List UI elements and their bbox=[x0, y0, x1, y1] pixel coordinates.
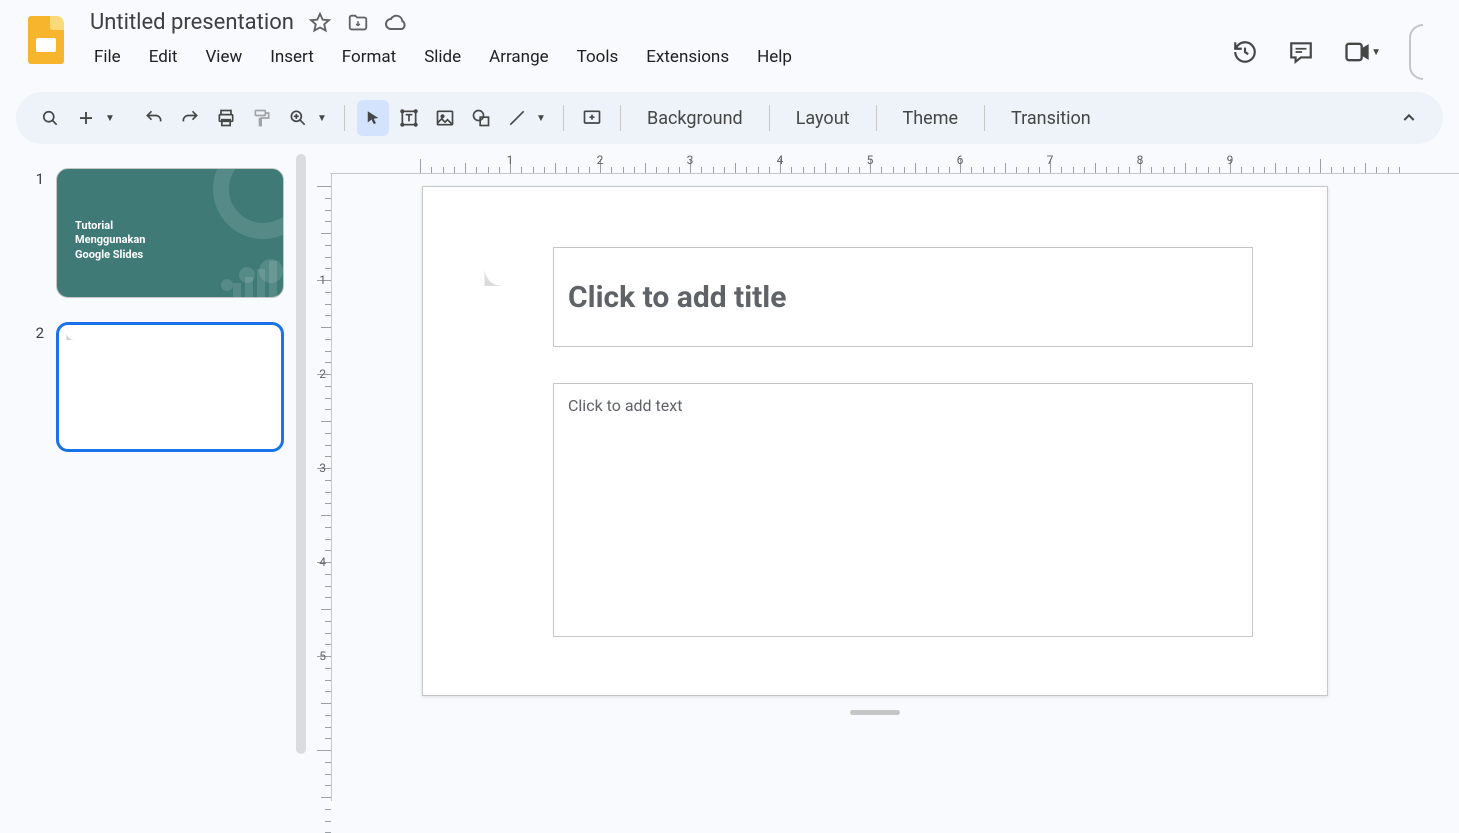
paint-format-button[interactable] bbox=[246, 100, 278, 136]
title-placeholder[interactable]: Click to add title bbox=[553, 247, 1253, 347]
print-button[interactable] bbox=[210, 100, 242, 136]
background-button[interactable]: Background bbox=[633, 108, 757, 129]
select-tool-button[interactable] bbox=[357, 100, 389, 136]
title-placeholder-text: Click to add title bbox=[568, 280, 786, 315]
theme-button[interactable]: Theme bbox=[889, 108, 973, 129]
insert-shape-button[interactable] bbox=[465, 100, 497, 136]
slide-number: 1 bbox=[30, 168, 44, 298]
undo-button[interactable] bbox=[138, 100, 170, 136]
separator bbox=[769, 105, 770, 131]
menu-bar: File Edit View Insert Format Slide Arran… bbox=[76, 35, 1231, 73]
menu-arrange[interactable]: Arrange bbox=[477, 41, 560, 73]
avatar[interactable] bbox=[1409, 24, 1423, 80]
cloud-status-icon[interactable] bbox=[384, 11, 408, 35]
chevron-down-icon: ▼ bbox=[1371, 47, 1381, 58]
add-comment-button[interactable] bbox=[576, 100, 608, 136]
new-slide-button[interactable] bbox=[70, 100, 102, 136]
redo-button[interactable] bbox=[174, 100, 206, 136]
meet-button[interactable]: ▼ bbox=[1343, 38, 1381, 66]
doc-title[interactable]: Untitled presentation bbox=[90, 10, 294, 35]
vertical-ruler[interactable]: 12345 bbox=[310, 174, 332, 801]
menu-edit[interactable]: Edit bbox=[137, 41, 190, 73]
menu-format[interactable]: Format bbox=[330, 41, 408, 73]
star-icon[interactable] bbox=[308, 11, 332, 35]
separator bbox=[984, 105, 985, 131]
menu-help[interactable]: Help bbox=[745, 41, 804, 73]
new-slide-dropdown[interactable]: ▼ bbox=[102, 100, 120, 136]
horizontal-ruler[interactable]: 123456789 bbox=[330, 152, 1459, 174]
body-placeholder-text: Click to add text bbox=[568, 396, 682, 415]
menu-extensions[interactable]: Extensions bbox=[634, 41, 741, 73]
slide-number: 2 bbox=[30, 322, 44, 452]
separator bbox=[344, 105, 345, 131]
insert-line-dropdown[interactable]: ▼ bbox=[533, 100, 551, 136]
zoom-button[interactable] bbox=[282, 100, 314, 136]
move-to-folder-icon[interactable] bbox=[346, 11, 370, 35]
slide-corner-decoration-icon bbox=[65, 331, 83, 349]
slide-thumbnail-1[interactable]: 1 Tutorial Menggunakan Google Slides bbox=[30, 168, 298, 298]
menu-insert[interactable]: Insert bbox=[258, 41, 326, 73]
body-placeholder[interactable]: Click to add text bbox=[553, 383, 1253, 637]
app-logo[interactable] bbox=[16, 6, 76, 64]
hide-toolbar-button[interactable] bbox=[1393, 100, 1425, 136]
text-box-button[interactable] bbox=[393, 100, 425, 136]
insert-image-button[interactable] bbox=[429, 100, 461, 136]
separator bbox=[563, 105, 564, 131]
transition-button[interactable]: Transition bbox=[997, 108, 1105, 129]
menu-tools[interactable]: Tools bbox=[565, 41, 631, 73]
separator bbox=[876, 105, 877, 131]
filmstrip: 1 Tutorial Menggunakan Google Slides 2 bbox=[0, 152, 310, 801]
version-history-icon[interactable] bbox=[1231, 38, 1259, 66]
slide-corner-decoration-icon bbox=[481, 265, 523, 307]
speaker-notes-handle[interactable] bbox=[850, 710, 900, 715]
zoom-dropdown[interactable]: ▼ bbox=[314, 100, 332, 136]
insert-line-button[interactable] bbox=[501, 100, 533, 136]
menu-view[interactable]: View bbox=[193, 41, 254, 73]
layout-button[interactable]: Layout bbox=[782, 108, 864, 129]
slide-thumbnail-2[interactable]: 2 bbox=[30, 322, 298, 452]
filmstrip-scrollbar[interactable] bbox=[296, 154, 306, 803]
slide-1-title: Tutorial Menggunakan Google Slides bbox=[75, 219, 145, 262]
slide-canvas[interactable]: Click to add title Click to add text bbox=[422, 186, 1328, 696]
app-header: Untitled presentation File Edit View Ins… bbox=[0, 0, 1459, 92]
video-call-icon bbox=[1343, 38, 1371, 66]
toolbar: ▼ ▼ ▼ Background Layout Theme Transition bbox=[16, 92, 1443, 144]
separator bbox=[620, 105, 621, 131]
comments-icon[interactable] bbox=[1287, 38, 1315, 66]
canvas-area: 123456789 12345 Click to add title Click… bbox=[310, 152, 1459, 801]
menu-slide[interactable]: Slide bbox=[412, 41, 473, 73]
menu-file[interactable]: File bbox=[82, 41, 133, 73]
search-menus-button[interactable] bbox=[34, 100, 66, 136]
